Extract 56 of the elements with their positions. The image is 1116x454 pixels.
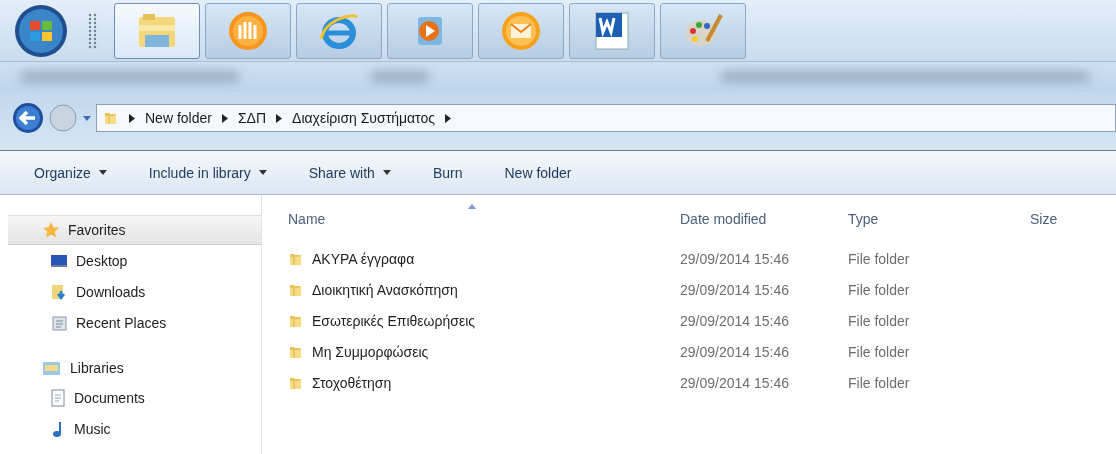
file-name[interactable]: Εσωτερικές Επιθεωρήσεις xyxy=(312,312,475,329)
date-cell-text: 29/09/2014 15:46 xyxy=(680,312,790,329)
caret-icon xyxy=(382,170,391,175)
date-cell-text: 29/09/2014 15:46 xyxy=(680,343,790,360)
breadcrumb[interactable]: ΣΔΠ xyxy=(237,110,267,126)
file-name[interactable]: Διοικητική Ανασκόπηση xyxy=(312,281,458,298)
column-header[interactable]: Date modified xyxy=(680,204,848,234)
folder-icon xyxy=(103,110,119,126)
dropdown-icon[interactable] xyxy=(82,114,92,122)
monitor-icon xyxy=(50,252,68,269)
toolbar-button[interactable]: Share with xyxy=(296,160,403,185)
star-icon xyxy=(42,221,60,239)
column-header[interactable]: Name xyxy=(288,204,680,234)
chevron-icon xyxy=(276,113,283,123)
recent-places-icon xyxy=(50,313,68,332)
download-folder-icon xyxy=(50,282,68,301)
caret-icon xyxy=(98,170,107,175)
chevron-icon xyxy=(129,113,135,123)
type-cell-text: File folder xyxy=(848,250,911,267)
toolbar-button[interactable]: Organize xyxy=(22,160,119,185)
taskbar-button[interactable] xyxy=(569,2,655,59)
toolbar-button[interactable]: Burn xyxy=(420,160,475,185)
chevron-icon xyxy=(445,113,451,123)
document-icon xyxy=(50,388,66,407)
file-name[interactable]: Στοχοθέτηση xyxy=(312,374,392,391)
date-cell-text: 29/09/2014 15:46 xyxy=(680,250,790,267)
type-cell-text: File folder xyxy=(848,281,911,298)
file-name[interactable]: ΑΚΥΡΑ έγγραφα xyxy=(312,250,415,267)
chevron-icon xyxy=(221,113,228,123)
taskbar-button[interactable] xyxy=(387,2,473,59)
sort-arrow-icon xyxy=(468,204,476,209)
type-cell-text: File folder xyxy=(848,312,911,329)
nav-group-item[interactable]: Favorites xyxy=(8,215,261,245)
toolbar-button[interactable]: New folder xyxy=(492,160,584,185)
library-icon xyxy=(42,359,62,377)
address-field[interactable]: New folder ΣΔΠ Διαχείριση Συστήματος xyxy=(96,104,1116,132)
nav-item[interactable]: Documents xyxy=(0,382,261,413)
taskbar-button[interactable] xyxy=(114,2,200,59)
breadcrumb[interactable]: Διαχείριση Συστήματος xyxy=(292,110,435,126)
toolbar-button[interactable]: Include in library xyxy=(136,160,279,185)
type-cell-text: File folder xyxy=(848,343,911,360)
back-button[interactable] xyxy=(12,102,44,134)
date-cell-text: 29/09/2014 15:46 xyxy=(680,374,790,391)
taskbar-button[interactable] xyxy=(296,2,382,59)
nav-item[interactable]: Desktop xyxy=(0,245,261,276)
file-name[interactable]: Μη Συμμορφώσεις xyxy=(312,343,429,360)
column-header[interactable]: Size xyxy=(1030,204,1058,234)
nav-item[interactable]: Downloads xyxy=(0,276,261,307)
nav-item[interactable]: Recent Places xyxy=(0,307,261,338)
type-cell-text: File folder xyxy=(848,374,911,391)
nav-item[interactable]: Music xyxy=(0,413,261,444)
nav-group-item[interactable]: Libraries xyxy=(8,354,261,382)
caret-icon xyxy=(258,170,267,175)
breadcrumb[interactable]: New folder xyxy=(145,110,212,126)
column-header[interactable]: Type xyxy=(848,204,1030,234)
date-cell-text: 29/09/2014 15:46 xyxy=(680,281,790,298)
